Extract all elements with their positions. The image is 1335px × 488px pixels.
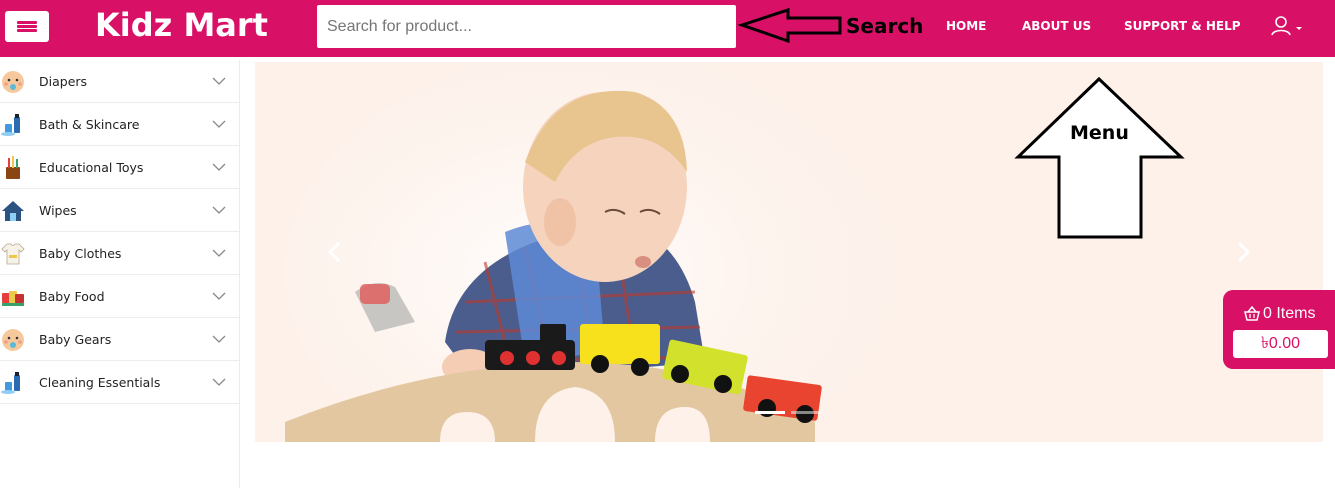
crayons-icon: [6, 156, 20, 179]
category-label: Baby Clothes: [39, 246, 122, 261]
chevron-down-icon[interactable]: [212, 377, 226, 387]
baby-face-icon: [2, 71, 24, 93]
basket-icon: [1244, 306, 1260, 321]
category-label: Baby Gears: [39, 332, 112, 347]
carousel-next-arrow-icon[interactable]: [1233, 240, 1253, 264]
house-icon: [2, 201, 24, 221]
category-item-cleaning-essentials[interactable]: Cleaning Essentials: [0, 361, 239, 404]
chevron-down-icon[interactable]: [212, 291, 226, 301]
category-item-educational-toys[interactable]: Educational Toys: [0, 146, 239, 189]
search-input[interactable]: [317, 5, 736, 48]
floating-cart[interactable]: 0 Items ৳0.00: [1223, 290, 1335, 369]
chevron-down-icon[interactable]: [212, 162, 226, 172]
category-label: Educational Toys: [39, 160, 144, 175]
hero-carousel[interactable]: [255, 62, 1323, 442]
hamburger-icon: [17, 21, 37, 24]
nav-about-us[interactable]: ABOUT US: [1022, 19, 1091, 33]
category-item-wipes[interactable]: Wipes: [0, 189, 239, 232]
onesie-icon: [1, 243, 25, 265]
chevron-down-icon[interactable]: [212, 119, 226, 129]
chevron-down-icon[interactable]: [212, 334, 226, 344]
carousel-indicator-1[interactable]: [755, 411, 785, 414]
category-label: Cleaning Essentials: [39, 375, 161, 390]
hero-image: [255, 62, 1323, 442]
category-label: Baby Food: [39, 289, 105, 304]
chevron-down-icon[interactable]: [212, 205, 226, 215]
baby-face-icon: [2, 329, 24, 351]
hamburger-icon-line: [17, 25, 37, 28]
cart-total: ৳0.00: [1233, 330, 1328, 358]
cart-item-count: 0 Items: [1263, 305, 1316, 322]
carousel-indicator-2[interactable]: [791, 411, 821, 414]
bath-products-icon: [1, 114, 20, 136]
page: Kidz Mart HOME ABOUT US SUPPORT & HELP D…: [0, 0, 1335, 488]
menu-annotation-label: Menu: [1070, 122, 1129, 144]
user-icon[interactable]: [1270, 13, 1304, 39]
category-item-baby-clothes[interactable]: Baby Clothes: [0, 232, 239, 275]
hamburger-icon-line: [17, 29, 37, 32]
category-item-baby-gears[interactable]: Baby Gears: [0, 318, 239, 361]
category-item-baby-food[interactable]: Baby Food: [0, 275, 239, 318]
chevron-down-icon[interactable]: [212, 248, 226, 258]
chevron-down-icon[interactable]: [212, 76, 226, 86]
carousel-prev-arrow-icon[interactable]: [325, 240, 345, 264]
bath-products-icon: [1, 372, 20, 394]
nav-home[interactable]: HOME: [946, 19, 986, 33]
site-logo[interactable]: Kidz Mart: [95, 6, 268, 44]
baby-food-icon: [2, 291, 24, 306]
menu-button[interactable]: [5, 11, 49, 42]
category-label: Diapers: [39, 74, 88, 89]
nav-support-help[interactable]: SUPPORT & HELP: [1124, 19, 1241, 33]
category-item-diapers[interactable]: Diapers: [0, 60, 239, 103]
category-sidebar: Diapers Bath & Skincare Educational Toys: [0, 60, 240, 488]
top-header: Kidz Mart HOME ABOUT US SUPPORT & HELP: [0, 0, 1335, 57]
category-label: Bath & Skincare: [39, 117, 140, 132]
search-annotation-label: Search: [846, 14, 924, 38]
category-item-bath-skincare[interactable]: Bath & Skincare: [0, 103, 239, 146]
category-label: Wipes: [39, 203, 77, 218]
